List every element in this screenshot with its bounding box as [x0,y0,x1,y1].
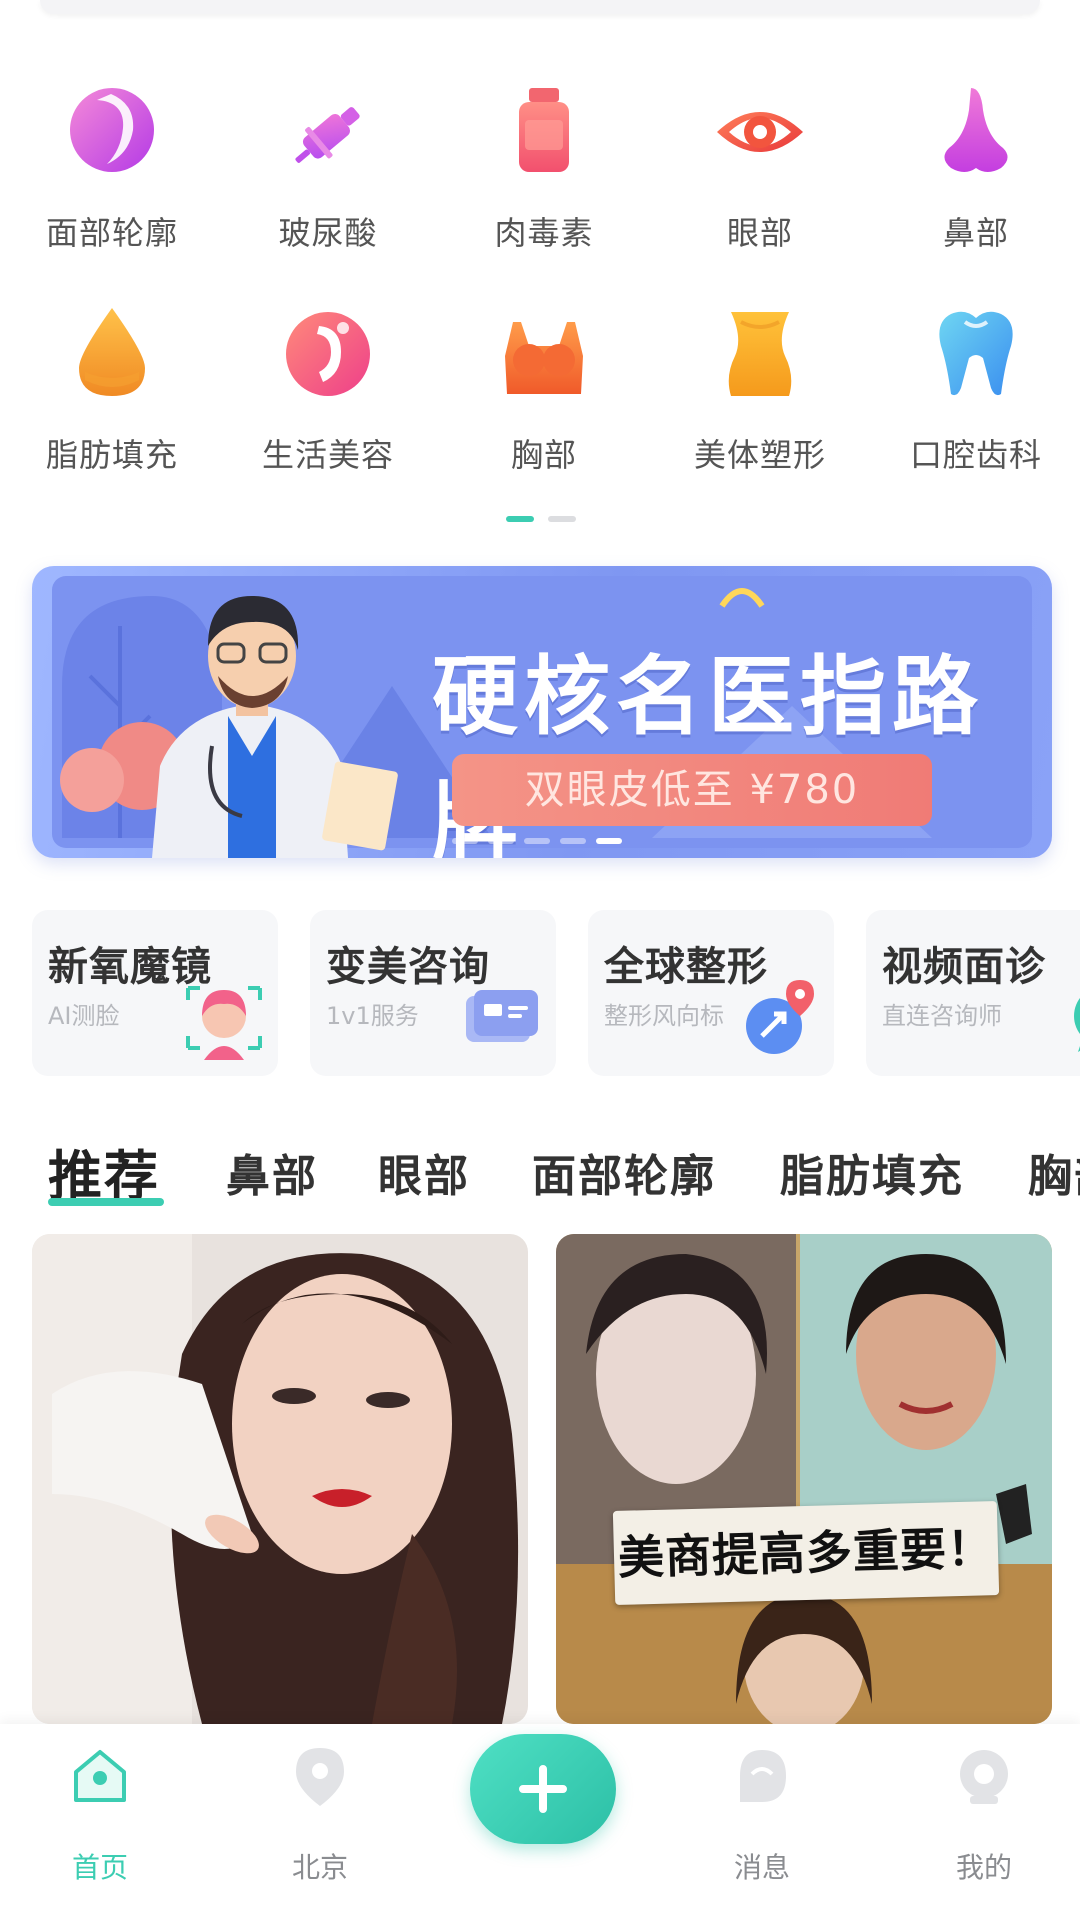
bottom-nav: 首页 北京 消息 我的 [0,1724,1080,1920]
pager-dot [548,516,576,522]
nav-messages[interactable]: 消息 [682,1744,842,1884]
category-label: 生活美容 [261,436,394,474]
category-nose[interactable]: 鼻部 [868,80,1080,270]
syringe-icon [295,107,360,163]
quick-card-video[interactable]: 视频面诊 直连咨询师 [866,910,1080,1076]
nav-home[interactable]: 首页 [20,1744,180,1884]
feed-caption: 美商提高多重要！ [617,1521,995,1585]
nav-label: 北京 [291,1851,348,1884]
category-fat-filling[interactable]: 脂肪填充 [4,302,220,492]
location-pin-icon [296,1748,344,1806]
quick-card-subtitle: 1v1服务 [326,1002,419,1030]
category-label: 脂肪填充 [45,436,178,474]
eye-icon [717,112,803,152]
chat-bubble-icon [466,990,538,1042]
category-grid: 面部轮廓 玻尿酸 肉毒素 眼部 鼻部 脂肪填充 生活美容 胸部 美体塑形 口腔齿… [0,80,1080,500]
nav-city[interactable]: 北京 [240,1744,400,1884]
tab-eye[interactable]: 眼部 [378,1140,470,1204]
feed-grid: 美商提高多重要！ [32,1234,1052,1724]
category-body-shaping[interactable]: 美体塑形 [652,302,868,492]
quick-card-global[interactable]: 全球整形 整形风向标 [588,910,834,1076]
feed-photo-collage [556,1234,1052,1724]
tab-face-contour[interactable]: 面部轮廓 [532,1140,716,1204]
category-label: 面部轮廓 [45,214,178,252]
category-label: 眼部 [726,214,793,252]
quick-card-subtitle: 整形风向标 [604,1002,724,1030]
top-search-strip [40,0,1040,14]
publish-button[interactable] [470,1734,616,1844]
body-shape-icon [728,312,792,396]
category-chest[interactable]: 胸部 [436,302,652,492]
banner-price-pill: 双眼皮低至 ¥780 [452,754,932,826]
quick-card-title: 视频面诊 [882,944,1046,990]
tooth-icon [939,311,1013,396]
home-icon [74,1750,126,1802]
message-icon [740,1750,786,1802]
category-pager [506,516,576,522]
nose-icon [944,88,1008,172]
category-hyaluronic[interactable]: 玻尿酸 [220,80,436,270]
profile-icon [960,1750,1008,1804]
category-eye[interactable]: 眼部 [652,80,868,270]
quick-card-subtitle: 直连咨询师 [882,1002,1002,1030]
nav-label: 我的 [955,1851,1012,1884]
category-face-contour[interactable]: 面部轮廓 [4,80,220,270]
video-chat-icon [1074,998,1080,1052]
nav-profile[interactable]: 我的 [904,1744,1064,1884]
quick-card-ai-mirror[interactable]: 新氧魔镜 AI测脸 [32,910,278,1076]
quick-card-consult[interactable]: 变美咨询 1v1服务 [310,910,556,1076]
tab-nose[interactable]: 鼻部 [226,1140,318,1204]
category-botox[interactable]: 肉毒素 [436,80,652,270]
feed-card[interactable]: 美商提高多重要！ [556,1234,1052,1724]
category-label: 胸部 [510,436,577,474]
feed-photo-woman [32,1234,528,1724]
plus-icon [519,1765,567,1813]
chest-icon [505,322,583,394]
feed-card[interactable] [32,1234,528,1724]
globe-pin-icon [746,980,814,1054]
tab-fat-filling[interactable]: 脂肪填充 [780,1140,964,1204]
fat-drop-icon [79,308,145,396]
pager-dot-active [506,516,534,522]
category-label: 玻尿酸 [278,214,378,252]
nav-label: 消息 [733,1851,790,1884]
vial-icon [519,88,569,172]
category-label: 鼻部 [942,214,1009,252]
category-dental[interactable]: 口腔齿科 [868,302,1080,492]
quick-entry-row: 新氧魔镜 AI测脸 变美咨询 1v1服务 全球整形 整形风向标 视频面诊 直连咨… [32,910,1080,1076]
mirror-face-icon [186,986,262,1060]
banner-subtitle: 双眼皮低至 ¥780 [524,767,860,813]
category-lifestyle-beauty[interactable]: 生活美容 [220,302,436,492]
quick-card-subtitle: AI测脸 [48,1002,120,1030]
category-label: 口腔齿科 [909,436,1042,474]
category-label: 肉毒素 [494,214,594,252]
active-tab-indicator [48,1198,164,1206]
beauty-face-icon [286,312,370,396]
face-contour-icon [70,88,154,172]
feed-caption-box: 美商提高多重要！ [612,1500,1000,1606]
tab-chest[interactable]: 胸部 [1028,1140,1080,1204]
nav-label: 首页 [71,1851,128,1884]
banner-pager [452,838,652,844]
promo-banner[interactable]: 硬核名医指路牌 双眼皮低至 ¥780 [32,566,1052,858]
category-label: 美体塑形 [693,436,826,474]
